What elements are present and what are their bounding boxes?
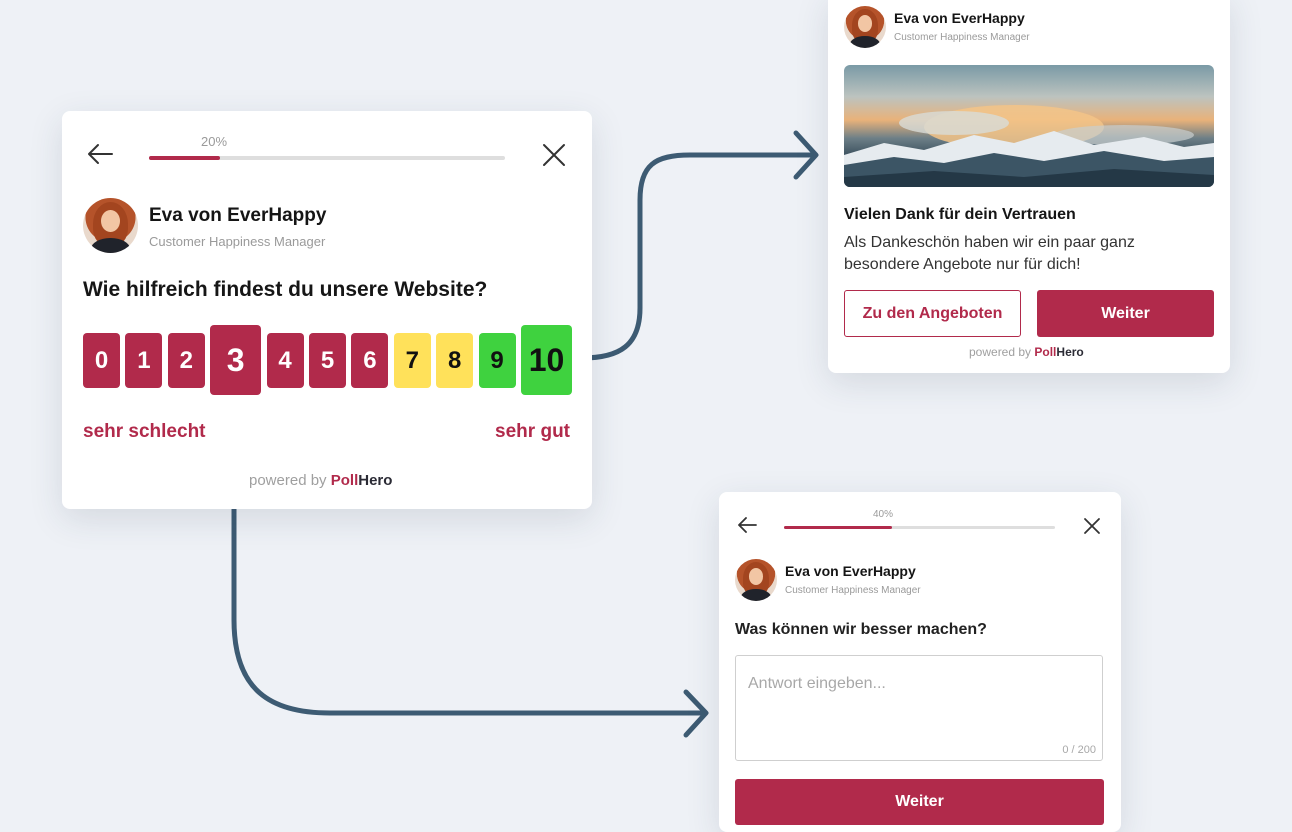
sender-name: Eva von EverHappy [894, 10, 1025, 26]
progress-bar-fill [784, 526, 893, 529]
thanks-body: Als Dankeschön haben wir ein paar ganz b… [844, 234, 1135, 273]
mountain-illustration [844, 105, 1214, 187]
mountain-image [844, 65, 1214, 187]
arrow-to-thanks [579, 152, 815, 361]
next-button[interactable]: Weiter [735, 779, 1104, 825]
scale-high-label: sehr gut [495, 421, 570, 442]
back-arrow-icon[interactable] [86, 143, 114, 165]
pollhero-logo: PollHero [330, 472, 393, 489]
rating-option-8[interactable]: 8 [436, 333, 474, 388]
avatar [83, 198, 138, 253]
feedback-card: 40% Eva von EverHappy Customer Happiness… [719, 492, 1121, 832]
sender-name: Eva von EverHappy [149, 205, 327, 226]
offers-button[interactable]: Zu den Angeboten [844, 290, 1021, 337]
rating-option-3[interactable]: 3 [210, 325, 262, 395]
progress-percent: 40% [873, 509, 894, 520]
answer-placeholder: Antwort eingeben... [748, 675, 886, 692]
question-text: Wie hilfreich findest du unsere Website? [83, 278, 488, 301]
back-arrow-icon[interactable] [737, 517, 758, 533]
rating-option-5[interactable]: 5 [309, 333, 346, 388]
progress-bar [149, 156, 505, 160]
char-counter: 0 / 200 [1062, 744, 1096, 756]
rating-option-10[interactable]: 10 [521, 325, 572, 395]
avatar [844, 6, 886, 48]
scale-low-label: sehr schlecht [83, 421, 206, 442]
progress-bar [784, 526, 1055, 529]
rating-option-1[interactable]: 1 [125, 333, 163, 388]
close-icon[interactable] [542, 143, 566, 167]
close-icon[interactable] [1083, 517, 1101, 535]
avatar [735, 559, 777, 601]
pollhero-logo: PollHero [1034, 345, 1084, 359]
next-button[interactable]: Weiter [1037, 290, 1214, 337]
thank-you-card: Eva von EverHappy Customer Happiness Man… [828, 0, 1230, 373]
powered-by: powered by PollHero [249, 472, 393, 489]
sender-role: Customer Happiness Manager [894, 32, 1030, 43]
question-text: Was können wir besser machen? [735, 621, 987, 638]
rating-option-4[interactable]: 4 [266, 333, 304, 388]
sender-name: Eva von EverHappy [785, 563, 916, 579]
answer-textarea[interactable]: Antwort eingeben... 0 / 200 [735, 655, 1103, 761]
rating-option-2[interactable]: 2 [167, 333, 205, 388]
powered-by: powered by PollHero [969, 345, 1084, 359]
thanks-title: Vielen Dank für dein Vertrauen [844, 206, 1076, 223]
rating-option-9[interactable]: 9 [478, 333, 516, 388]
sender-role: Customer Happiness Manager [785, 585, 921, 596]
progress-percent: 20% [201, 134, 228, 149]
sender-role: Customer Happiness Manager [149, 234, 326, 249]
rating-card: 20% Eva von EverHappy Customer Happiness… [62, 111, 592, 509]
progress-bar-fill [149, 156, 221, 160]
rating-scale: 0 1 2 3 4 5 6 7 8 9 10 [83, 325, 573, 397]
rating-option-0[interactable]: 0 [83, 333, 120, 388]
rating-option-7[interactable]: 7 [393, 333, 431, 388]
rating-option-6[interactable]: 6 [351, 333, 389, 388]
